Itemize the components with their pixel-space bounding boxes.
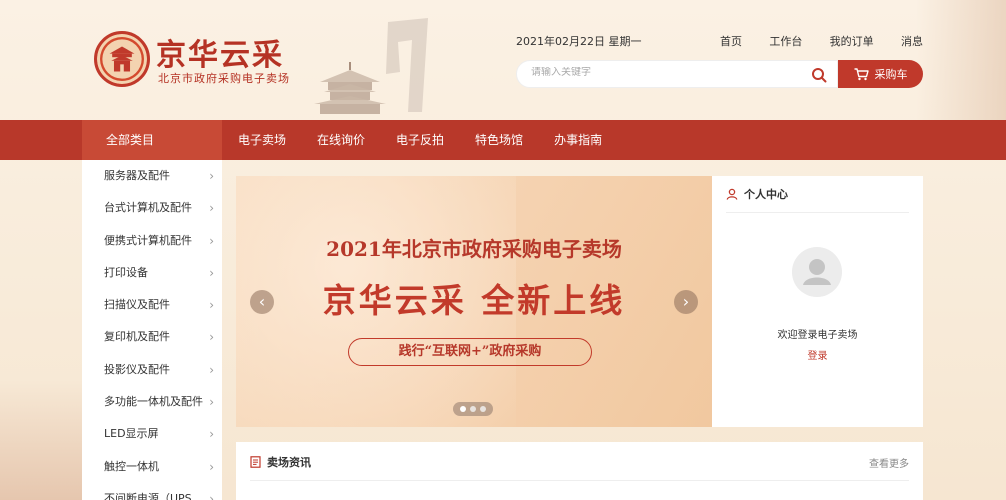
sidebar-item-label: LED显示屏: [104, 427, 159, 441]
sidebar-item-label: 服务器及配件: [104, 169, 170, 182]
cart-icon: [854, 67, 869, 80]
sidebar-item-label: 不间断电源（UPS: [104, 491, 192, 500]
banner-carousel[interactable]: 2021年北京市政府采购电子卖场 京华云采 全新上线 践行“互联网+”政府采购 …: [236, 176, 712, 427]
welcome-text: 欢迎登录电子卖场: [777, 330, 858, 341]
personal-center-panel: 个人中心 欢迎登录电子卖场 登录: [712, 176, 923, 427]
sidebar-item[interactable]: 触控一体机 ›: [82, 451, 222, 483]
cart-label: 采购车: [874, 68, 908, 81]
divider: [250, 480, 909, 481]
market-news-panel: 卖场资讯 查看更多: [236, 442, 923, 500]
sidebar-item[interactable]: 多功能一体机及配件 ›: [82, 386, 222, 418]
market-news-title: 卖场资讯: [267, 456, 311, 469]
carousel-dot[interactable]: [480, 406, 486, 412]
sidebar-item[interactable]: 服务器及配件 ›: [82, 160, 222, 192]
chevron-right-icon: ›: [209, 298, 214, 313]
link-my-orders[interactable]: 我的订单: [830, 33, 874, 49]
banner-slogan: 践行“互联网+”政府采购: [348, 338, 592, 366]
sidebar-item[interactable]: 不间断电源（UPS ›: [82, 483, 222, 500]
sidebar-item-label: 多功能一体机及配件: [104, 395, 203, 409]
chevron-right-icon: ›: [209, 169, 214, 183]
chevron-right-icon: ›: [209, 330, 214, 345]
sidebar-item[interactable]: 扫描仪及配件 ›: [82, 289, 222, 321]
background-decoration-left: [0, 380, 90, 500]
personal-center-title: 个人中心: [744, 188, 788, 201]
banner-title: 京华云采 全新上线: [322, 281, 626, 320]
chevron-right-icon: ›: [209, 491, 214, 500]
carousel-next-button[interactable]: ›: [674, 290, 698, 314]
banner-headline: 2021年北京市政府采购电子卖场: [326, 237, 622, 261]
carousel-indicator: [453, 402, 493, 416]
search-icon[interactable]: [811, 67, 827, 83]
search-input[interactable]: [531, 67, 791, 78]
brand-logo[interactable]: 京华云采 北京市政府采购电子卖场: [94, 28, 334, 92]
user-icon: [726, 188, 738, 200]
nav-electronic-mall[interactable]: 电子卖场: [238, 120, 286, 160]
link-messages[interactable]: 消息: [901, 33, 923, 49]
sidebar-item-label: 复印机及配件: [104, 330, 170, 344]
chevron-right-icon: ›: [209, 459, 214, 474]
nav-reverse-auction[interactable]: 电子反拍: [396, 120, 444, 160]
all-categories-button[interactable]: 全部类目: [82, 120, 222, 160]
link-home[interactable]: 首页: [720, 33, 742, 49]
brand-subtitle: 北京市政府采购电子卖场: [158, 72, 290, 85]
nav-online-inquiry[interactable]: 在线询价: [317, 120, 365, 160]
chevron-right-icon: ›: [209, 362, 214, 377]
carousel-dot[interactable]: [470, 406, 476, 412]
document-icon: [250, 456, 261, 468]
category-sidebar: 服务器及配件 › 台式计算机及配件 › 便携式计算机配件 › 打印设备 › 扫描仪及配件…: [82, 160, 222, 500]
personal-center-header: 个人中心: [726, 186, 788, 202]
nav-service-guide[interactable]: 办事指南: [554, 120, 602, 160]
sidebar-item[interactable]: LED显示屏 ›: [82, 418, 222, 450]
top-links: 首页 工作台 我的订单 消息: [720, 33, 923, 49]
sidebar-item[interactable]: 投影仪及配件 ›: [82, 354, 222, 386]
brand-title: 京华云采: [156, 38, 284, 73]
nav-featured-venues[interactable]: 特色场馆: [475, 120, 523, 160]
search-box: [516, 60, 838, 88]
chevron-right-icon: ›: [209, 233, 214, 248]
background-decoration-right: [916, 0, 1006, 120]
avatar-placeholder-icon: [792, 247, 842, 297]
current-date: 2021年02月22日 星期一: [516, 35, 642, 48]
sidebar-item[interactable]: 打印设备 ›: [82, 257, 222, 289]
carousel-prev-button[interactable]: ‹: [250, 290, 274, 314]
seal-icon: [94, 31, 150, 87]
carousel-dot[interactable]: [460, 406, 466, 412]
chevron-right-icon: ›: [209, 395, 214, 410]
main-nav-items: 电子卖场 在线询价 电子反拍 特色场馆 办事指南: [238, 120, 602, 160]
avatar: [792, 247, 842, 297]
market-news-header: 卖场资讯: [250, 454, 311, 470]
sidebar-item[interactable]: 复印机及配件 ›: [82, 321, 222, 353]
sidebar-item-label: 便携式计算机配件: [104, 233, 192, 247]
chevron-right-icon: ›: [209, 265, 214, 280]
view-more-link[interactable]: 查看更多: [869, 455, 909, 470]
sidebar-item-label: 扫描仪及配件: [104, 298, 170, 312]
login-link[interactable]: 登录: [712, 347, 923, 362]
sidebar-item-label: 台式计算机及配件: [104, 201, 192, 215]
divider: [726, 212, 909, 213]
sidebar-item-label: 打印设备: [104, 265, 148, 279]
cart-button[interactable]: 采购车: [838, 60, 923, 88]
sidebar-item[interactable]: 台式计算机及配件 ›: [82, 192, 222, 224]
link-workbench[interactable]: 工作台: [769, 33, 802, 49]
sidebar-item-label: 投影仪及配件: [104, 362, 170, 376]
sidebar-item-label: 触控一体机: [104, 459, 159, 473]
chevron-right-icon: ›: [209, 201, 214, 216]
chevron-right-icon: ›: [209, 427, 214, 442]
sidebar-item[interactable]: 便携式计算机配件 ›: [82, 225, 222, 257]
